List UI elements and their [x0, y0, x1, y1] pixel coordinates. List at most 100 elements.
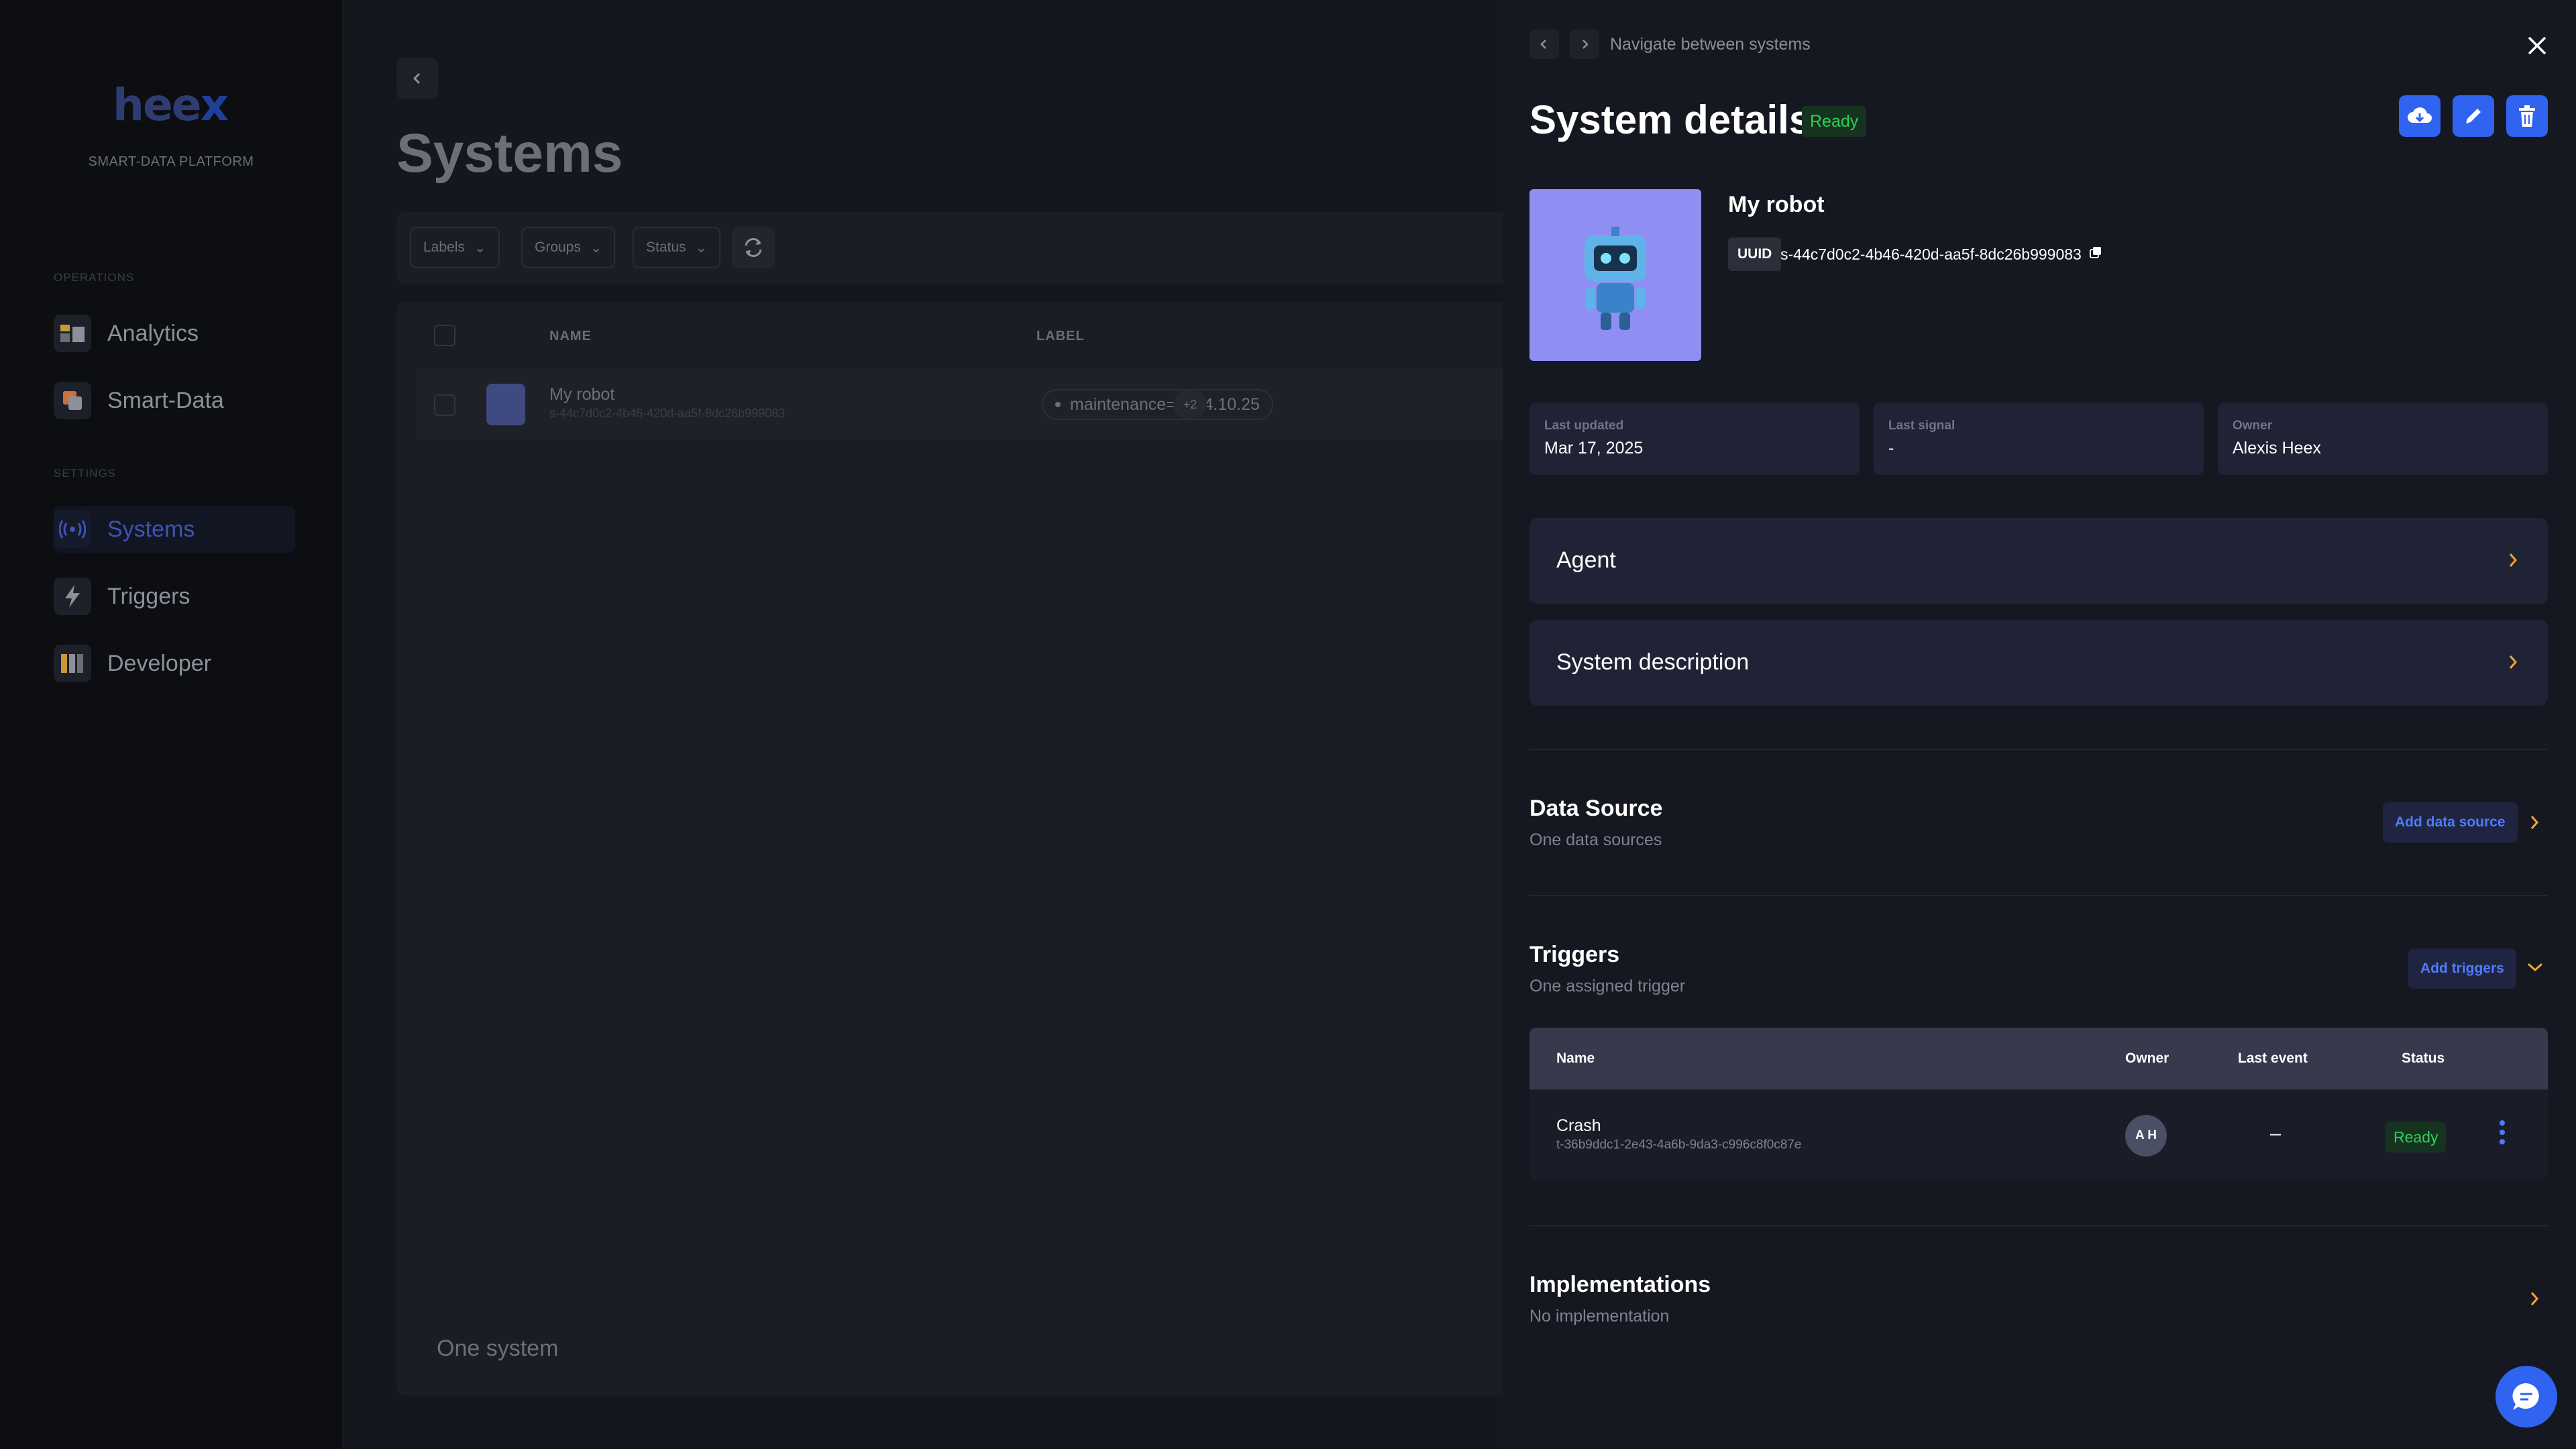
pencil-icon — [2466, 109, 2481, 123]
chevron-left-icon — [413, 72, 421, 85]
chevron-right-icon — [2509, 553, 2518, 567]
meta-last-updated: Last updated Mar 17, 2025 — [1529, 402, 1860, 475]
system-details-drawer: Navigate between systems System details … — [1503, 0, 2576, 1449]
add-triggers-button[interactable]: Add triggers — [2408, 949, 2516, 989]
chevron-right-icon[interactable] — [2528, 812, 2542, 833]
sidebar-item-label: Triggers — [107, 583, 191, 609]
next-system-button[interactable] — [1570, 30, 1599, 59]
select-all-checkbox[interactable] — [434, 325, 455, 346]
antenna-icon — [54, 511, 91, 548]
filter-labels[interactable]: Labels ⌄ — [410, 227, 500, 268]
sidebar-item-label: Developer — [107, 650, 211, 676]
system-avatar — [486, 384, 525, 425]
table-row[interactable]: My robot s-44c7d0c2-4b46-420d-aa5f-8dc26… — [417, 369, 1557, 440]
sidebar-item-label: Analytics — [107, 320, 199, 346]
last-event-value: – — [2270, 1123, 2282, 1144]
dot-icon — [1055, 402, 1061, 407]
more-labels-chip[interactable]: +2 — [1173, 390, 1207, 419]
sidebar-item-systems[interactable]: Systems — [54, 506, 295, 553]
trigger-id: t-36b9ddc1-2e43-4a6b-9da3-c996c8f0c87e — [1556, 1138, 1802, 1152]
uuid-value: s-44c7d0c2-4b46-420d-aa5f-8dc26b999083 — [1780, 246, 2082, 263]
status-badge: Ready — [1802, 106, 1867, 137]
chevron-left-icon — [1540, 40, 1546, 49]
label-chip[interactable]: maintenance=2024.10.25 — [1042, 389, 1273, 420]
section-title-settings: SETTINGS — [54, 467, 117, 480]
chevron-down-icon: ⌄ — [474, 239, 486, 256]
column-header-owner: Owner — [2125, 1051, 2169, 1066]
data-source-title: Data Source — [1529, 796, 1663, 821]
divider — [1529, 895, 2548, 896]
platform-subtitle: SMART-DATA PLATFORM — [88, 154, 254, 169]
cloud-download-icon — [2408, 107, 2432, 123]
filter-status[interactable]: Status ⌄ — [633, 227, 721, 268]
triggers-title: Triggers — [1529, 942, 1620, 967]
column-header-last-event: Last event — [2238, 1051, 2308, 1066]
system-count: One system — [437, 1336, 559, 1361]
refresh-button[interactable] — [732, 227, 775, 268]
trash-icon — [2519, 105, 2535, 127]
chevron-down-icon: ⌄ — [695, 239, 708, 256]
data-source-subtitle: One data sources — [1529, 830, 1662, 849]
triggers-table-header: Name Owner Last event Status — [1529, 1028, 2548, 1089]
table-row[interactable]: Crash t-36b9ddc1-2e43-4a6b-9da3-c996c8f0… — [1529, 1089, 2548, 1179]
triggers-subtitle: One assigned trigger — [1529, 977, 1686, 996]
robot-image — [1529, 189, 1701, 361]
analytics-icon — [54, 315, 91, 352]
robot-icon — [1585, 227, 1646, 330]
sidebar-item-smart-data[interactable]: Smart-Data — [54, 377, 295, 424]
column-header-name: NAME — [549, 329, 592, 343]
lightning-icon — [54, 578, 91, 615]
close-button[interactable] — [2522, 31, 2552, 60]
system-description-accordion[interactable]: System description — [1529, 620, 2548, 706]
close-icon — [2528, 36, 2546, 55]
chevron-right-icon — [2509, 655, 2518, 669]
back-button[interactable] — [396, 58, 438, 99]
implementations-title: Implementations — [1529, 1272, 1711, 1297]
chevron-down-icon: ⌄ — [590, 239, 602, 256]
columns-icon — [54, 645, 91, 682]
more-vertical-icon[interactable] — [2498, 1119, 2506, 1146]
divider — [1529, 749, 2548, 750]
system-name: My robot — [1728, 192, 1825, 217]
chat-button[interactable] — [2496, 1366, 2557, 1428]
chevron-right-icon[interactable] — [2528, 1288, 2542, 1309]
delete-button[interactable] — [2506, 95, 2548, 137]
section-title-operations: OPERATIONS — [54, 271, 135, 284]
drawer-title: System details — [1529, 97, 1812, 142]
page-title: Systems — [396, 123, 623, 184]
meta-owner: Owner Alexis Heex — [2218, 402, 2548, 475]
chevron-down-icon[interactable] — [2525, 959, 2545, 975]
filter-bar: Labels ⌄ Groups ⌄ Status ⌄ — [396, 212, 1557, 284]
chevron-right-icon — [1582, 40, 1589, 49]
agent-accordion[interactable]: Agent — [1529, 518, 2548, 604]
trigger-name: Crash — [1556, 1116, 1601, 1135]
filter-groups[interactable]: Groups ⌄ — [521, 227, 616, 268]
chat-icon — [2512, 1383, 2539, 1410]
sidebar-item-triggers[interactable]: Triggers — [54, 573, 295, 620]
divider — [1529, 1225, 2548, 1226]
sidebar: heex SMART-DATA PLATFORM OPERATIONS Anal… — [0, 0, 343, 1449]
heex-logo[interactable]: heex — [113, 79, 229, 131]
accordion-label: System description — [1556, 649, 1750, 675]
refresh-icon — [745, 237, 762, 258]
add-data-source-button[interactable]: Add data source — [2383, 802, 2518, 843]
previous-system-button[interactable] — [1529, 30, 1559, 59]
download-button[interactable] — [2399, 95, 2440, 137]
sidebar-item-analytics[interactable]: Analytics — [54, 310, 295, 357]
sidebar-item-label: Smart-Data — [107, 387, 224, 413]
system-uuid: s-44c7d0c2-4b46-420d-aa5f-8dc26b999083 — [549, 407, 786, 420]
uuid-tag: UUID — [1728, 237, 1782, 271]
implementations-subtitle: No implementation — [1529, 1307, 1670, 1326]
status-badge: Ready — [2385, 1122, 2447, 1152]
edit-button[interactable] — [2453, 95, 2494, 137]
main-content: Systems Labels ⌄ Groups ⌄ Status ⌄ NAME LAB… — [343, 0, 1557, 1449]
accordion-label: Agent — [1556, 547, 1616, 573]
column-header-label: LABEL — [1036, 329, 1085, 343]
sidebar-item-developer[interactable]: Developer — [54, 640, 295, 687]
navigate-hint: Navigate between systems — [1610, 35, 1811, 54]
meta-last-signal: Last signal - — [1874, 402, 2204, 475]
row-checkbox[interactable] — [434, 394, 455, 416]
smart-data-icon — [54, 382, 91, 419]
column-header-status: Status — [2402, 1051, 2445, 1066]
copy-icon[interactable] — [2089, 246, 2102, 262]
